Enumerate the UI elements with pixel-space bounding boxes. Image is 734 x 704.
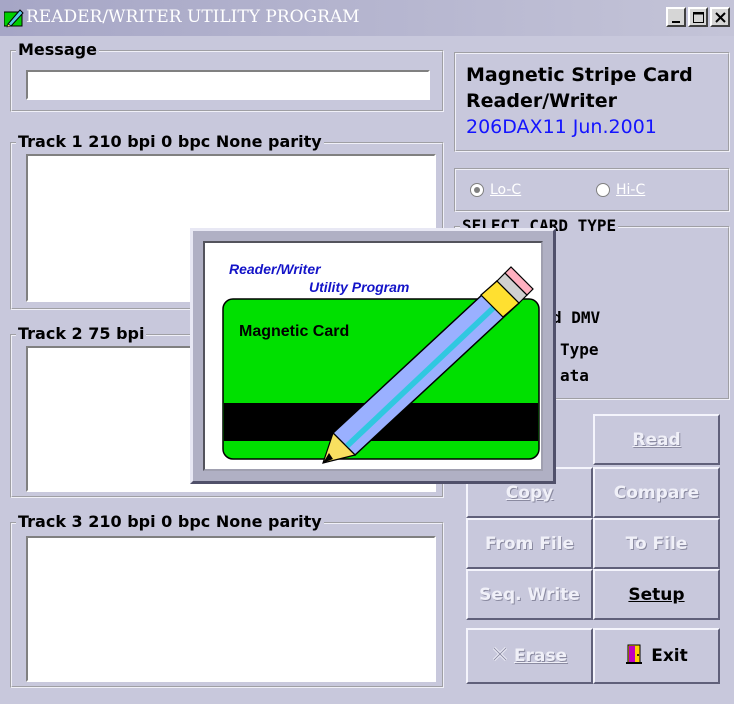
splash-dialog: Reader/Writer Utility Program Magnetic C… [190,228,556,484]
to-file-button[interactable]: To File [593,518,720,569]
erase-icon [492,646,508,667]
window-controls [664,7,730,27]
radio-lo-c-label: Lo-C [490,182,522,198]
to-file-label: To File [625,533,688,554]
erase-button[interactable]: Erase [466,628,593,684]
track3-group: Track 3 210 bpi 0 bpc None parity [10,512,444,688]
bottom-button-panel: Erase Exit [466,628,720,684]
track1-label: Track 1 210 bpi 0 bpc None parity [16,132,324,151]
exit-button[interactable]: Exit [593,628,720,684]
radio-hi-c-label: Hi-C [616,182,646,198]
erase-label: Erase [513,646,568,666]
card-type-option-fragment[interactable]: ata [560,366,589,385]
device-info-box: Magnetic Stripe Card Reader/Writer 206DA… [454,52,730,152]
from-file-button[interactable]: From File [466,518,593,569]
splash-title-line1: Reader/Writer [229,261,321,277]
splash-title-line2: Utility Program [309,279,410,295]
setup-label: Setup [628,584,685,605]
title-bar: READER/WRITER UTILITY PROGRAM [0,0,734,36]
track3-textarea[interactable] [26,536,436,682]
coercivity-group: Lo-C Hi-C [454,168,730,212]
radio-lo-c[interactable]: Lo-C [470,182,521,198]
app-pencil-icon [3,6,24,28]
radio-unselected-icon [596,183,610,197]
compare-button[interactable]: Compare [593,467,720,518]
message-field[interactable] [26,70,430,100]
read-button[interactable]: Read [593,414,720,465]
close-button[interactable] [710,7,730,27]
card-type-option-fragment[interactable]: d DMV [552,308,600,327]
seq-write-label: Seq. Write [479,584,580,605]
exit-door-icon [625,643,643,670]
splash-image: Reader/Writer Utility Program Magnetic C… [203,241,543,471]
compare-label: Compare [613,482,700,503]
read-label: Read [632,429,681,450]
window-title: READER/WRITER UTILITY PROGRAM [26,7,360,27]
maximize-button[interactable] [688,7,708,27]
radio-hi-c[interactable]: Hi-C [596,182,645,198]
radio-selected-icon [470,183,484,197]
device-name-line2: Reader/Writer [466,90,617,112]
track3-label: Track 3 210 bpi 0 bpc None parity [16,512,324,531]
seq-write-button[interactable]: Seq. Write [466,569,593,620]
card-type-option-fragment[interactable]: Type [560,340,599,359]
device-name-line1: Magnetic Stripe Card [466,64,693,86]
setup-button[interactable]: Setup [593,569,720,620]
splash-card-label: Magnetic Card [239,323,350,340]
track2-label: Track 2 75 bpi [16,324,147,343]
minimize-button[interactable] [666,7,686,27]
message-group: Message [10,40,444,112]
from-file-label: From File [484,533,575,554]
copy-label: Copy [505,482,554,503]
message-label: Message [16,40,99,59]
exit-label: Exit [651,646,688,666]
device-version: 206DAX11 Jun.2001 [466,116,657,138]
